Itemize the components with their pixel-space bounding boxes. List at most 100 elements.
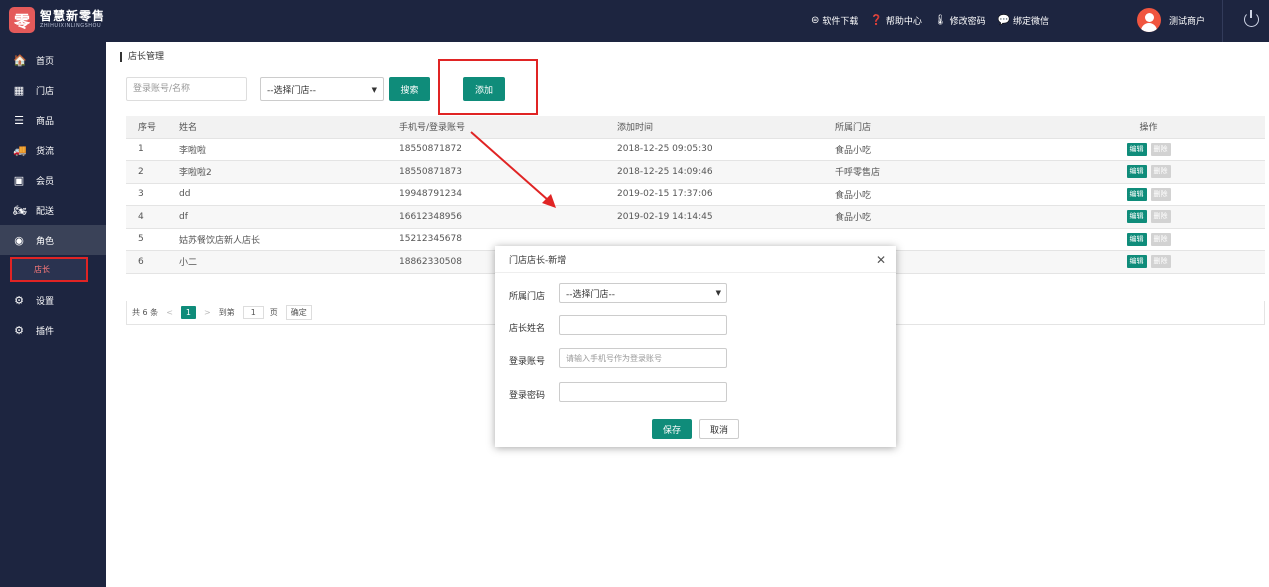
delete-button[interactable]: 删除 xyxy=(1150,165,1171,179)
change-password-label: 修改密码 xyxy=(949,17,986,27)
edit-button[interactable]: 编辑 xyxy=(1126,255,1147,269)
home-icon: 🏠 xyxy=(13,53,27,67)
cell-actions: 编辑 删除 xyxy=(1032,228,1265,251)
motorcycle-icon: 🏍 xyxy=(13,203,27,217)
search-input[interactable] xyxy=(126,77,247,101)
table-row: 4 df 16612348956 2019-02-19 14:14:45 食品小… xyxy=(126,205,1265,229)
bind-wechat-label: 绑定微信 xyxy=(1013,17,1050,27)
cell-actions: 编辑 删除 xyxy=(1032,205,1265,229)
prev-page-icon[interactable]: < xyxy=(166,308,173,317)
cell-actions: 编辑 删除 xyxy=(1032,250,1265,274)
edit-button[interactable]: 编辑 xyxy=(1126,232,1147,246)
sidebar-item-label: 会员 xyxy=(36,176,55,187)
annotation-arrow-line xyxy=(470,131,549,201)
delete-button[interactable]: 删除 xyxy=(1150,187,1171,201)
logo-text: 智慧新零售 ZHIHUIXINLINGSHOU xyxy=(40,10,105,30)
help-center-link[interactable]: ❓ 帮助中心 xyxy=(870,14,921,27)
save-button[interactable]: 保存 xyxy=(652,419,692,439)
annotation-arrow xyxy=(470,131,556,208)
thermometer-icon: 🌡 xyxy=(933,15,947,26)
page-input[interactable]: 1 xyxy=(242,306,264,319)
table-row: 3 dd 19948791234 2019-02-15 17:37:06 食品小… xyxy=(126,183,1265,206)
cell-index: 6 xyxy=(126,250,167,274)
delete-button[interactable]: 删除 xyxy=(1150,232,1171,246)
delete-button[interactable]: 删除 xyxy=(1150,255,1171,269)
account-field[interactable] xyxy=(559,348,727,368)
cell-store: 食品小吃 xyxy=(823,183,1032,206)
col-index: 序号 xyxy=(126,116,167,139)
member-card-icon: ▣ xyxy=(13,173,25,187)
software-download-label: 软件下载 xyxy=(822,17,859,27)
edit-button[interactable]: 编辑 xyxy=(1126,187,1147,201)
cell-store: 千呼零售店 xyxy=(823,160,1032,184)
page-unit: 页 xyxy=(269,308,278,317)
sidebar-sub-wrap: 店长 xyxy=(0,255,106,285)
delete-button[interactable]: 删除 xyxy=(1150,142,1171,156)
store-label: 所属门店 xyxy=(509,292,546,302)
sidebar-item-label: 门店 xyxy=(36,86,55,97)
cell-store: 食品小吃 xyxy=(823,205,1032,229)
store-select-value: --选择门店-- xyxy=(267,85,316,96)
change-password-link[interactable]: 🌡 修改密码 xyxy=(934,14,986,27)
table-row: 1 李啦啦 18550871872 2018-12-25 09:05:30 食品… xyxy=(126,138,1265,161)
dialog-store-select[interactable]: --选择门店-- ▼ xyxy=(559,283,727,303)
cell-name: 小二 xyxy=(167,250,387,274)
sidebar-item-member[interactable]: ▣ 会员 xyxy=(0,165,106,195)
delete-button[interactable]: 删除 xyxy=(1150,210,1171,224)
cell-index: 3 xyxy=(126,183,167,206)
avatar xyxy=(1137,8,1161,32)
account-label: 登录账号 xyxy=(509,357,546,367)
edit-button[interactable]: 编辑 xyxy=(1126,142,1147,156)
manager-name-field[interactable] xyxy=(559,315,727,335)
goto-confirm-button[interactable]: 确定 xyxy=(285,305,312,320)
cell-actions: 编辑 删除 xyxy=(1032,183,1265,206)
brand-logo[interactable]: 零 智慧新零售 ZHIHUIXINLINGSHOU xyxy=(9,7,105,33)
cell-actions: 编辑 删除 xyxy=(1032,160,1265,184)
sidebar-item-label: 插件 xyxy=(36,326,55,337)
edit-button[interactable]: 编辑 xyxy=(1126,165,1147,179)
password-label: 登录密码 xyxy=(509,391,546,401)
sidebar-item-delivery[interactable]: 🏍 配送 xyxy=(0,195,106,225)
download-icon: ⊜ xyxy=(811,15,820,26)
bind-wechat-link[interactable]: 💬 绑定微信 xyxy=(998,14,1049,27)
cancel-button[interactable]: 取消 xyxy=(699,419,739,439)
edit-button[interactable]: 编辑 xyxy=(1126,210,1147,224)
sidebar-item-home[interactable]: 🏠 首页 xyxy=(0,45,106,75)
user-menu[interactable]: 测试商户 xyxy=(1137,8,1205,32)
table-row: 2 李啦啦2 18550871873 2018-12-25 14:09:46 千… xyxy=(126,160,1265,184)
caret-down-icon: ▼ xyxy=(371,86,377,94)
sidebar-item-logistics[interactable]: 🚚 货流 xyxy=(0,135,106,165)
sidebar-item-label: 商品 xyxy=(36,116,55,127)
close-icon[interactable]: ✕ xyxy=(876,253,886,267)
search-button[interactable]: 搜索 xyxy=(389,77,430,101)
add-button[interactable]: 添加 xyxy=(463,77,505,101)
list-icon: ☰ xyxy=(14,113,24,127)
gear-icon: ⚙ xyxy=(14,293,24,307)
current-page[interactable]: 1 xyxy=(180,306,196,319)
header-links: ⊜ 软件下载 ❓ 帮助中心 🌡 修改密码 💬 绑定微信 xyxy=(811,14,1061,27)
cell-actions: 编辑 删除 xyxy=(1032,138,1265,161)
caret-down-icon: ▼ xyxy=(715,289,721,297)
store-select[interactable]: --选择门店-- ▼ xyxy=(260,77,384,101)
cell-name: 李啦啦 xyxy=(167,138,387,161)
cell-name: 姑苏餐饮店新人店长 xyxy=(167,228,387,251)
help-center-label: 帮助中心 xyxy=(885,17,922,27)
cell-name: dd xyxy=(167,183,387,206)
power-icon[interactable] xyxy=(1244,10,1259,27)
sidebar-item-goods[interactable]: ☰ 商品 xyxy=(0,105,106,135)
password-field[interactable] xyxy=(559,382,727,402)
software-download-link[interactable]: ⊜ 软件下载 xyxy=(811,14,858,27)
cell-index: 4 xyxy=(126,205,167,229)
sidebar-item-role[interactable]: ◉ 角色 xyxy=(0,225,106,255)
cell-store: 食品小吃 xyxy=(823,138,1032,161)
sidebar-subitem-store-manager[interactable]: 店长 xyxy=(10,257,88,282)
cell-time: 2019-02-19 14:14:45 xyxy=(605,205,823,229)
table-header-row: 序号 姓名 手机号/登录账号 添加时间 所属门店 操作 xyxy=(126,116,1265,139)
sidebar: 🏠 首页 ▦ 门店 ☰ 商品 🚚 货流 ▣ 会员 🏍 配送 ◉ 角色 店长 ⚙ … xyxy=(0,42,106,587)
sidebar-item-plugin[interactable]: ⚙ 插件 xyxy=(0,315,106,345)
plugin-icon: ⚙ xyxy=(14,323,24,337)
sidebar-item-store[interactable]: ▦ 门店 xyxy=(0,75,106,105)
cell-index: 1 xyxy=(126,138,167,161)
sidebar-item-settings[interactable]: ⚙ 设置 xyxy=(0,285,106,315)
next-page-icon[interactable]: > xyxy=(204,308,211,317)
